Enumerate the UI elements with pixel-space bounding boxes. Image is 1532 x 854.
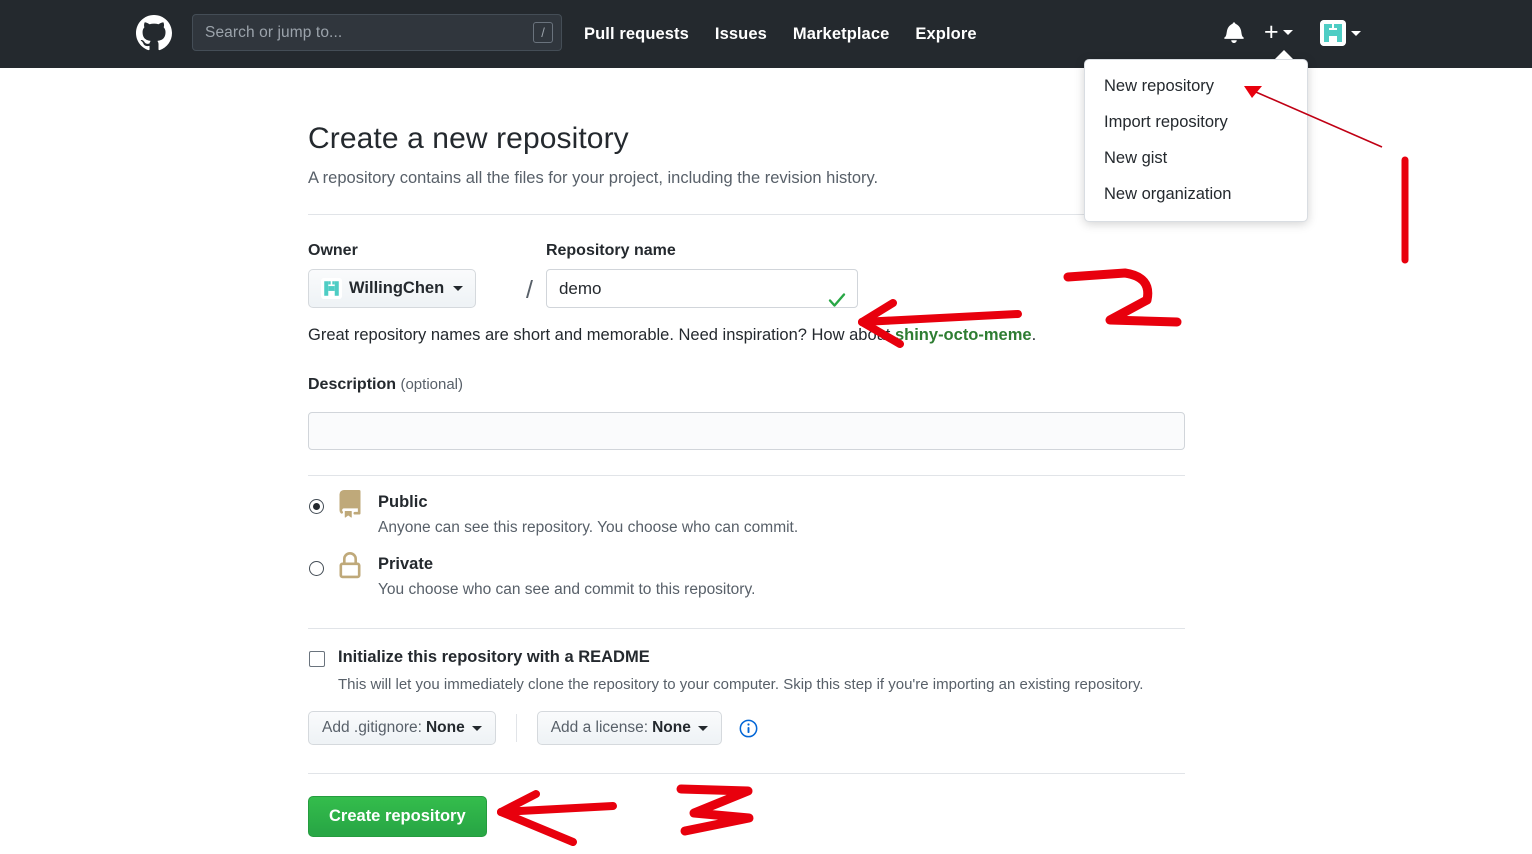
initialize-readme-row[interactable]: Initialize this repository with a README… — [308, 647, 1185, 695]
nav-issues[interactable]: Issues — [715, 25, 767, 44]
chevron-down-icon — [471, 725, 482, 731]
create-new-menu-button[interactable]: + — [1264, 18, 1293, 46]
bell-icon[interactable] — [1224, 21, 1244, 45]
menu-item-new-organization[interactable]: New organization — [1085, 176, 1307, 212]
divider — [308, 214, 1185, 215]
create-repository-button[interactable]: Create repository — [308, 796, 487, 837]
license-value-text: None — [652, 719, 691, 736]
radio-private[interactable] — [309, 561, 324, 576]
create-new-dropdown-menu: New repository Import repository New gis… — [1084, 59, 1308, 222]
hint-prefix-text: Great repository names are short and mem… — [308, 326, 895, 344]
divider — [308, 628, 1185, 629]
description-optional-text: (optional) — [400, 376, 464, 393]
lock-icon — [336, 552, 364, 584]
primary-nav: Pull requests Issues Marketplace Explore — [584, 0, 977, 68]
description-input[interactable] — [308, 412, 1185, 450]
menu-item-new-repository[interactable]: New repository — [1085, 68, 1307, 104]
page-title: Create a new repository — [308, 122, 629, 155]
readme-title: Initialize this repository with a README — [338, 648, 650, 666]
menu-item-import-repository[interactable]: Import repository — [1085, 104, 1307, 140]
public-title: Public — [378, 493, 428, 511]
repository-name-field-group: Repository name — [545, 242, 858, 310]
divider — [308, 773, 1185, 774]
avatar — [1320, 20, 1346, 46]
owner-and-name-row: Owner WillingChen / Repository name demo — [308, 242, 1185, 308]
divider — [515, 714, 517, 742]
description-label-text: Description — [308, 376, 397, 393]
license-prefix-text: Add a license: — [550, 719, 649, 736]
chevron-down-icon — [697, 725, 708, 731]
divider — [308, 475, 1185, 476]
page-subtitle: A repository contains all the files for … — [308, 169, 879, 187]
menu-item-new-gist[interactable]: New gist — [1085, 140, 1307, 176]
owner-field-group: Owner WillingChen — [308, 242, 513, 308]
search-placeholder-text: Search or jump to... — [205, 23, 343, 41]
chevron-down-icon — [1351, 30, 1361, 36]
suggested-name-link[interactable]: shiny-octo-meme — [895, 326, 1032, 344]
description-label: Description (optional) — [308, 376, 1185, 394]
license-select-button[interactable]: Add a license: None — [536, 711, 722, 745]
search-input[interactable]: Search or jump to... / — [192, 14, 562, 51]
nav-marketplace[interactable]: Marketplace — [793, 25, 889, 44]
owner-avatar-icon — [321, 278, 342, 299]
nav-explore[interactable]: Explore — [915, 25, 976, 44]
repository-name-label: Repository name — [545, 242, 676, 259]
template-selects-row: Add .gitignore: None Add a license: None — [308, 711, 1185, 745]
check-icon — [827, 290, 847, 310]
description-field-group: Description (optional) — [308, 376, 1185, 450]
gitignore-select-button[interactable]: Add .gitignore: None — [308, 711, 496, 745]
repository-name-input[interactable] — [545, 269, 858, 308]
account-menu-button[interactable] — [1320, 20, 1361, 46]
visibility-option-private[interactable]: Private You choose who can see and commi… — [308, 552, 1185, 600]
dropdown-pointer — [1275, 50, 1293, 59]
github-new-repository-page: Search or jump to... / Pull requests Iss… — [0, 0, 1532, 854]
chevron-down-icon — [1282, 29, 1293, 35]
private-title: Private — [378, 555, 434, 573]
owner-name-text: WillingChen — [349, 279, 445, 297]
private-description: You choose who can see and commit to thi… — [378, 581, 756, 598]
info-icon[interactable] — [739, 719, 758, 738]
github-mark-icon[interactable] — [136, 15, 172, 51]
nav-pull-requests[interactable]: Pull requests — [584, 25, 689, 44]
radio-public[interactable] — [309, 499, 324, 514]
repo-book-icon — [336, 490, 364, 522]
owner-name-separator: / — [526, 276, 533, 304]
top-navigation-bar: Search or jump to... / Pull requests Iss… — [0, 0, 1532, 68]
owner-label: Owner — [308, 242, 358, 259]
plus-icon: + — [1264, 18, 1279, 46]
chevron-down-icon — [453, 286, 464, 291]
visibility-option-public[interactable]: Public Anyone can see this repository. Y… — [308, 490, 1185, 538]
checkbox-initialize-readme[interactable] — [309, 651, 325, 667]
owner-select-button[interactable]: WillingChen — [308, 269, 477, 308]
hint-suffix-text: . — [1031, 326, 1037, 344]
public-description: Anyone can see this repository. You choo… — [378, 519, 799, 536]
search-shortcut-key: / — [533, 22, 553, 43]
gitignore-value-text: None — [425, 719, 465, 736]
gitignore-prefix-text: Add .gitignore: — [322, 719, 422, 736]
readme-description: This will let you immediately clone the … — [338, 676, 1144, 693]
repository-name-hint: Great repository names are short and mem… — [308, 324, 1185, 346]
